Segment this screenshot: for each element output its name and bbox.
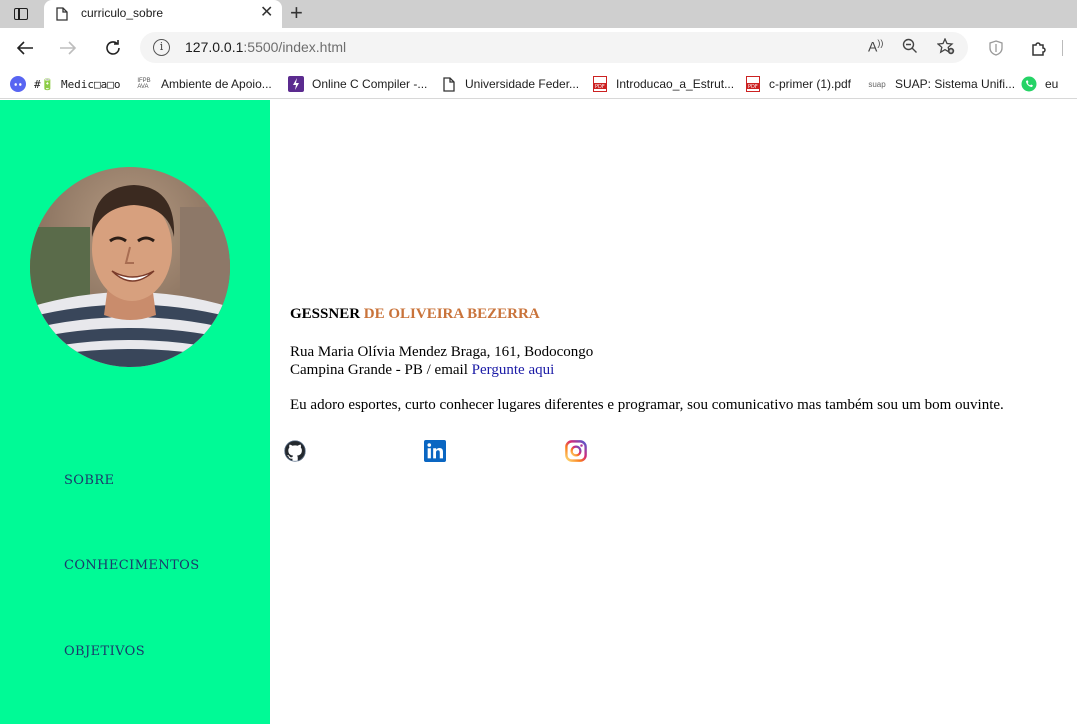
menu-link-sobre[interactable]: SOBRE [64, 473, 114, 488]
svg-text:PDF: PDF [748, 84, 758, 90]
pdf-icon: PDF [592, 76, 608, 92]
city-email-line: Campina Grande - PB / email Pergunte aqu… [290, 362, 555, 378]
read-aloud-icon[interactable]: A)) [868, 38, 883, 55]
last-name: DE OLIVEIRA BEZERRA [363, 306, 540, 322]
instagram-icon[interactable] [565, 440, 587, 462]
email-link[interactable]: Pergunte aqui [472, 362, 555, 378]
page-icon [441, 76, 457, 92]
ifpb-ava-icon: IFPB AVA [137, 78, 151, 90]
menu-link-conhecimentos[interactable]: CONHECIMENTOS [64, 558, 200, 573]
first-name: GESSNER [290, 306, 364, 322]
toolbar-divider [1062, 40, 1063, 56]
suap-icon: suap [868, 79, 886, 89]
extensions-icon[interactable] [1028, 37, 1050, 59]
bookmark-item[interactable]: PDF Introducao_a_Estrut... [592, 74, 734, 94]
browser-toolbar: i 127.0.0.1:5500/index.html A)) [0, 28, 1077, 68]
bookmarks-bar: #🔋 Medic□a□o IFPB AVA Ambiente de Apoio..… [0, 68, 1077, 99]
pdf-icon: PDF [745, 76, 761, 92]
shield-icon[interactable] [985, 37, 1007, 59]
linkedin-icon[interactable] [424, 440, 446, 462]
browser-tab-active[interactable]: curriculo_sobre ✕ [44, 0, 282, 28]
main-content: GESSNER DE OLIVEIRA BEZERRA Rua Maria Ol… [270, 100, 1077, 724]
address-line: Rua Maria Olívia Mendez Braga, 161, Bodo… [290, 344, 594, 360]
refresh-icon[interactable] [102, 37, 124, 59]
bookmark-item[interactable]: suap SUAP: Sistema Unifi... [867, 74, 1015, 94]
profile-photo [30, 167, 230, 367]
tab-title: curriculo_sobre [81, 6, 164, 20]
url-text[interactable]: 127.0.0.1:5500/index.html [185, 39, 346, 55]
bookmark-item[interactable]: Online C Compiler -... [288, 74, 427, 94]
forward-icon[interactable] [57, 37, 79, 59]
github-icon[interactable] [284, 440, 306, 462]
bookmark-item[interactable]: #🔋 Medic□a□o [10, 74, 121, 94]
bookmark-item[interactable]: Universidade Feder... [441, 74, 579, 94]
menu-link-objetivos[interactable]: OBJETIVOS [64, 644, 145, 659]
address-block: Rua Maria Olívia Mendez Braga, 161, Bodo… [290, 343, 593, 379]
new-tab-icon[interactable]: + [290, 1, 303, 25]
bio-text: Eu adoro esportes, curto conhecer lugare… [290, 397, 1004, 413]
zoom-out-icon[interactable] [902, 38, 918, 57]
page-icon [56, 7, 68, 26]
favorite-add-icon[interactable] [936, 37, 955, 58]
bookmark-item[interactable]: PDF c-primer (1).pdf [745, 74, 851, 94]
sidebar: SOBRE CONHECIMENTOS OBJETIVOS [0, 100, 270, 724]
bookmark-item[interactable]: eu [1021, 74, 1058, 94]
close-tab-icon[interactable]: ✕ [260, 4, 273, 22]
discord-icon [10, 76, 26, 92]
back-icon[interactable] [14, 37, 36, 59]
address-bar[interactable]: i 127.0.0.1:5500/index.html A)) [140, 32, 968, 63]
browser-tab-strip: curriculo_sobre ✕ + [0, 0, 1077, 28]
svg-text:PDF: PDF [595, 84, 605, 90]
whatsapp-icon [1021, 76, 1037, 92]
bookmark-item[interactable]: IFPB AVA Ambiente de Apoio... [135, 74, 271, 94]
tab-actions-icon[interactable] [8, 4, 34, 24]
compiler-icon [288, 76, 304, 92]
full-name: GESSNER DE OLIVEIRA BEZERRA [290, 306, 540, 323]
site-info-icon[interactable]: i [153, 39, 170, 56]
